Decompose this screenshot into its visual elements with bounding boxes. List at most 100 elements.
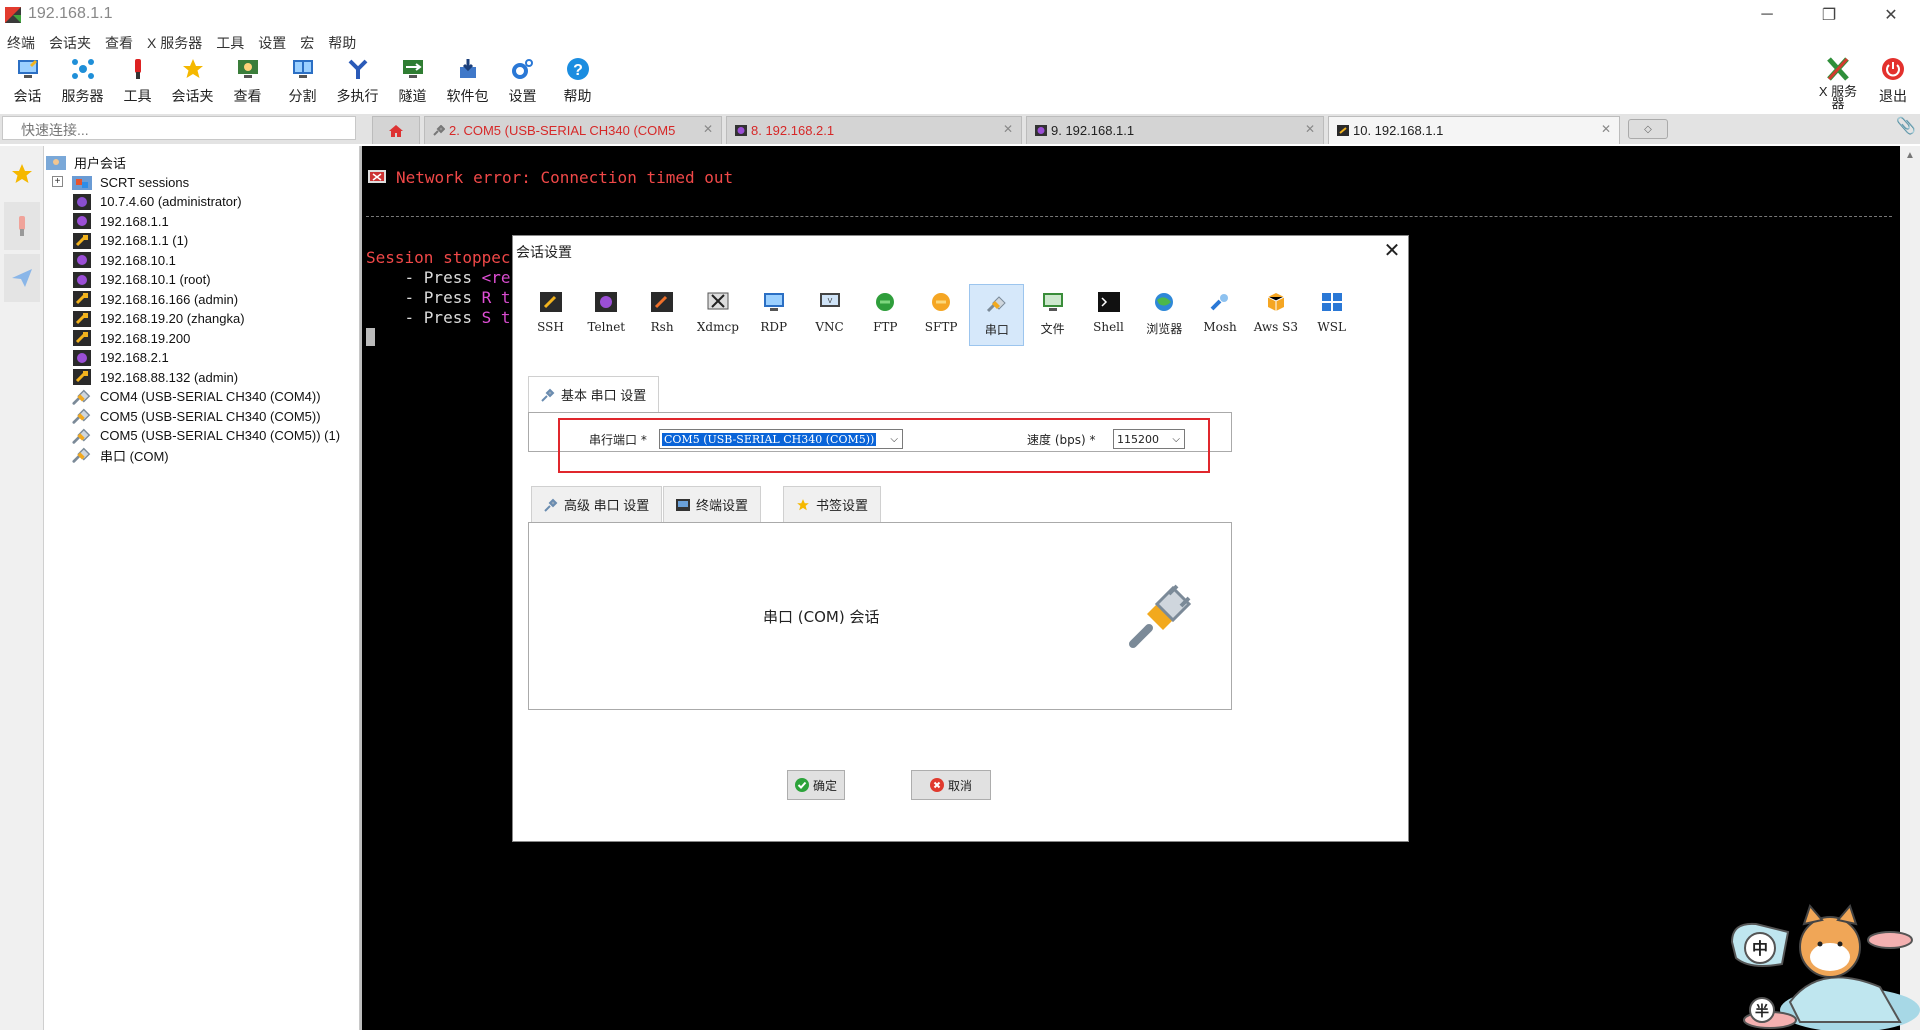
tab-close-icon[interactable]: ✕ (1003, 122, 1013, 136)
session-type-ftp[interactable]: FTP (858, 284, 913, 346)
telnet-icon (72, 252, 92, 268)
tab-close-icon[interactable]: ✕ (1601, 122, 1611, 136)
tab-192-168-2-1[interactable]: 8. 192.168.2.1 ✕ (726, 116, 1022, 144)
xserver-button[interactable]: X 服务器 (1808, 54, 1868, 110)
serial-icon (72, 428, 92, 444)
ssh-icon (72, 232, 92, 249)
exit-button[interactable]: 退出 (1866, 54, 1920, 110)
session-type-browser[interactable]: 浏览器 (1137, 284, 1192, 346)
cancel-icon (929, 778, 944, 792)
close-window-button[interactable]: ✕ (1868, 0, 1914, 30)
menu-help[interactable]: 帮助 (321, 30, 363, 52)
session-type-vnc[interactable]: V VNC (802, 284, 857, 346)
power-icon (1881, 56, 1905, 82)
session-type-sftp[interactable]: SFTP (914, 284, 969, 346)
mascot-badge-1: 中 (1752, 939, 1768, 958)
tunneling-button[interactable]: 隧道 (385, 54, 440, 110)
tab-com5[interactable]: 2. COM5 (USB-SERIAL CH340 (COM5 ✕ (424, 116, 722, 144)
session-type-xdmcp[interactable]: Xdmcp (690, 284, 745, 346)
scroll-up-icon[interactable]: ▲ (1900, 150, 1920, 161)
send-side-button[interactable] (4, 254, 40, 302)
menu-terminal[interactable]: 终端 (0, 30, 42, 52)
rsh-icon (650, 290, 674, 314)
sessions-folder-button[interactable]: 会话夹 (165, 54, 220, 110)
menu-tools[interactable]: 工具 (209, 30, 251, 52)
multiexec-button[interactable]: 多执行 (330, 54, 385, 110)
favorites-button[interactable] (4, 150, 40, 198)
serial-icon (985, 291, 1009, 315)
ssh-icon (72, 369, 92, 385)
tab-terminal-settings[interactable]: 终端设置 (663, 486, 762, 522)
help-icon: ? (566, 56, 590, 82)
tab-bookmark-settings[interactable]: 书签设置 (783, 486, 882, 522)
tab-close-icon[interactable]: ✕ (1305, 122, 1315, 136)
title-bar (0, 0, 1920, 30)
tools-side-button[interactable] (4, 202, 40, 250)
mascot-badge-2: 半 (1755, 1003, 1769, 1020)
split-button[interactable]: 分割 (275, 54, 330, 110)
session-button[interactable]: 会话 (0, 54, 55, 110)
menu-macros[interactable]: 宏 (293, 30, 321, 52)
serial-icon (72, 447, 92, 463)
toolbar: 会话 服务器 工具 会话夹 查看 分割 多执行 隧道 软件包 设置 ? 帮助 (0, 54, 605, 110)
tab-basic-serial-settings[interactable]: 基本 串口 设置 (528, 376, 660, 412)
attach-button[interactable]: 📎 (1896, 116, 1916, 136)
session-type-aws-s3[interactable]: Aws S3 (1248, 284, 1303, 346)
terminal-separator (366, 216, 1892, 217)
ssh-icon (1337, 125, 1349, 136)
tab-192-168-1-1-a[interactable]: 9. 192.168.1.1 ✕ (1026, 116, 1324, 144)
xdmcp-icon (706, 290, 730, 314)
home-tab[interactable] (372, 116, 420, 144)
tree-session-item[interactable]: 串口 (COM) (72, 443, 169, 467)
menu-sessions[interactable]: 会话夹 (42, 30, 98, 52)
quick-connect-input[interactable]: 快速连接... (2, 116, 356, 140)
new-tab-button[interactable]: ◇ (1628, 119, 1668, 139)
svg-text:?: ? (573, 62, 583, 79)
tab-close-icon[interactable]: ✕ (703, 122, 713, 136)
session-type-ssh[interactable]: SSH (523, 284, 578, 346)
serial-icon (541, 388, 555, 402)
dialog-title: 会话设置 (516, 244, 572, 260)
session-type-serial[interactable]: 串口 (969, 284, 1025, 346)
settings-button[interactable]: 设置 (495, 54, 550, 110)
dialog-close-button[interactable]: ✕ (1379, 238, 1405, 262)
aws-s3-icon (1264, 290, 1288, 314)
tab-192-168-1-1-active[interactable]: 10. 192.168.1.1 ✕ (1328, 116, 1620, 144)
packages-button[interactable]: 软件包 (440, 54, 495, 110)
shell-icon (1097, 290, 1121, 314)
xserver-icon (1826, 56, 1850, 82)
expand-icon[interactable]: + (52, 176, 63, 187)
session-type-file[interactable]: 文件 (1025, 284, 1080, 346)
servers-button[interactable]: 服务器 (55, 54, 110, 110)
terminal-stopped-line: Session stoppec (366, 248, 511, 267)
session-type-wsl[interactable]: WSL (1304, 284, 1359, 346)
session-type-rsh[interactable]: Rsh (635, 284, 690, 346)
tools-icon (19, 216, 25, 236)
menu-settings[interactable]: 设置 (251, 30, 293, 52)
menu-xserver[interactable]: X 服务器 (140, 30, 209, 52)
cancel-button[interactable]: 取消 (911, 770, 991, 800)
star-icon (181, 56, 205, 82)
session-type-shell[interactable]: Shell (1081, 284, 1136, 346)
session-type-mosh[interactable]: Mosh (1193, 284, 1248, 346)
view-button[interactable]: 查看 (220, 54, 275, 110)
session-type-telnet[interactable]: Telnet (579, 284, 634, 346)
session-type-rdp[interactable]: RDP (746, 284, 801, 346)
minimize-button[interactable]: ─ (1744, 0, 1790, 30)
mosh-icon (1208, 290, 1232, 314)
close-icon: ✕ (1383, 239, 1401, 262)
gear-icon (511, 56, 535, 82)
tools-button[interactable]: 工具 (110, 54, 165, 110)
tab-advanced-serial-settings[interactable]: 高级 串口 设置 (531, 486, 663, 522)
browser-icon (1152, 290, 1176, 314)
terminal-error-line: Network error: Connection timed out (396, 168, 734, 187)
maximize-button[interactable]: ❐ (1806, 0, 1852, 30)
menu-view[interactable]: 查看 (98, 30, 140, 52)
help-button[interactable]: ? 帮助 (550, 54, 605, 110)
ok-button[interactable]: 确定 (787, 770, 845, 800)
star-icon (12, 164, 32, 183)
telnet-icon (72, 271, 92, 288)
session-type-description: 串口 (COM) 会话 (763, 608, 880, 626)
telnet-icon (594, 290, 618, 314)
folder-icon (72, 174, 92, 190)
